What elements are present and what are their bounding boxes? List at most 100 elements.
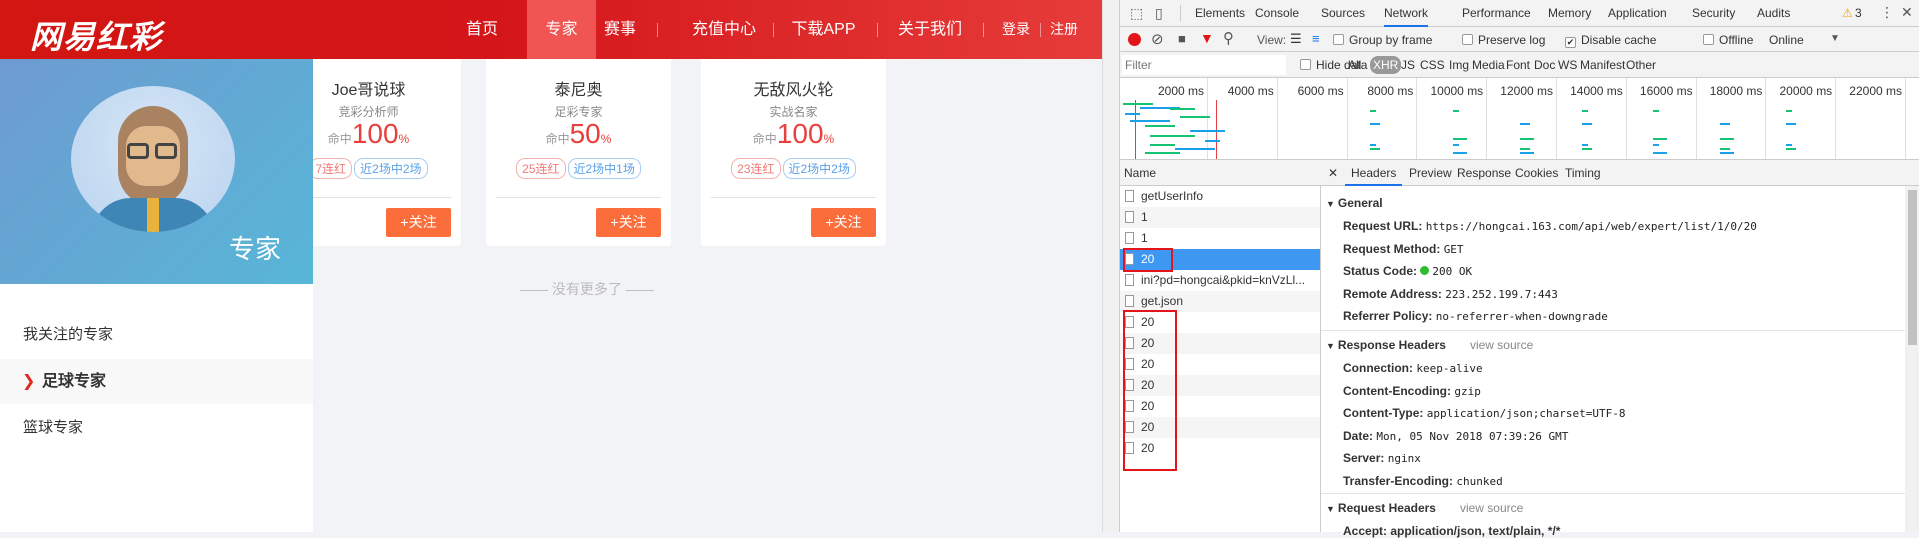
filter-input[interactable] <box>1122 55 1286 75</box>
request-row[interactable]: 1 <box>1120 207 1320 228</box>
dom-content-loaded-line <box>1135 100 1136 159</box>
filter-type-other[interactable]: Other <box>1626 58 1656 72</box>
detail-tab-cookies[interactable]: Cookies <box>1509 160 1564 186</box>
request-row[interactable]: get.json <box>1120 291 1320 312</box>
record-icon[interactable] <box>1128 33 1141 46</box>
detail-tab-preview[interactable]: Preview <box>1403 160 1458 186</box>
throttling-select[interactable]: Online <box>1769 33 1804 47</box>
nav-experts[interactable]: 专家 <box>527 0 596 59</box>
filter-type-all[interactable]: All <box>1348 58 1361 72</box>
login-link[interactable]: 登录 <box>999 0 1033 59</box>
section-header-response-headers[interactable]: ▼ Response Headers view source <box>1326 338 1533 352</box>
timeline-bar <box>1370 123 1380 125</box>
tab-application[interactable]: Application <box>1608 0 1667 27</box>
filter-type-img[interactable]: Img <box>1449 58 1469 72</box>
timeline-bar <box>1453 110 1459 112</box>
detail-tab-headers[interactable]: Headers <box>1345 160 1403 186</box>
nav-download-app[interactable]: 下载APP <box>786 0 861 59</box>
follow-button[interactable]: +关注 <box>811 208 876 237</box>
sidebar-item-football-experts[interactable]: ❯ 足球专家 <box>0 359 313 404</box>
close-icon[interactable]: ✕ <box>1901 4 1913 21</box>
header-key: Server: <box>1343 451 1385 466</box>
offline-checkbox[interactable]: Offline <box>1703 33 1753 47</box>
filter-type-xhr[interactable]: XHR <box>1370 56 1402 74</box>
page-scrollbar[interactable] <box>1102 0 1119 532</box>
tab-performance[interactable]: Performance <box>1462 0 1531 27</box>
request-row[interactable]: ini?pd=hongcai&pkid=knVzLl... <box>1120 270 1320 291</box>
tab-audits[interactable]: Audits <box>1757 0 1790 27</box>
header-value: keep-alive <box>1416 362 1483 375</box>
more-options-icon[interactable]: ⋮ <box>1880 4 1894 21</box>
nav-divider <box>657 23 658 37</box>
tab-security[interactable]: Security <box>1692 0 1735 27</box>
network-overview-timeline[interactable]: 2000 ms 4000 ms 6000 ms 8000 ms 10000 ms 1200… <box>1120 78 1919 160</box>
timeline-tick-label: 16000 ms <box>1639 84 1693 98</box>
filter-icon[interactable]: ▼ <box>1200 30 1214 46</box>
filter-type-media[interactable]: Media <box>1472 58 1505 72</box>
section-header-general[interactable]: ▼ General <box>1326 196 1383 210</box>
tab-elements[interactable]: Elements <box>1195 0 1245 27</box>
highlight-box <box>1123 310 1177 471</box>
filter-type-css[interactable]: CSS <box>1420 58 1445 72</box>
status-ok-icon <box>1420 266 1430 276</box>
nav-about[interactable]: 关于我们 <box>896 0 964 59</box>
nav-divider <box>983 23 984 37</box>
filter-type-manifest[interactable]: Manifest <box>1580 58 1625 72</box>
inspect-element-icon[interactable]: ⬚ <box>1130 5 1143 22</box>
group-by-frame-checkbox[interactable]: Group by frame <box>1333 33 1432 47</box>
streak-badge: 7连红 <box>309 158 353 179</box>
timeline-bar <box>1582 123 1592 125</box>
chevron-down-icon[interactable]: ▼ <box>1830 33 1840 44</box>
waterfall-icon[interactable]: ≡ <box>1312 31 1320 46</box>
tab-sources[interactable]: Sources <box>1321 0 1365 27</box>
tab-memory[interactable]: Memory <box>1548 0 1591 27</box>
tab-network[interactable]: Network <box>1384 0 1429 27</box>
filter-type-font[interactable]: Font <box>1506 58 1530 72</box>
timeline-bar <box>1453 144 1459 146</box>
follow-button[interactable]: +关注 <box>596 208 661 237</box>
sidebar-item-basketball-experts[interactable]: 篮球专家 <box>0 405 313 450</box>
sidebar-item-followed-experts[interactable]: 我关注的专家 <box>0 312 313 357</box>
warning-count[interactable]: 3 <box>1855 6 1862 20</box>
warning-icon[interactable]: ⚠ <box>1842 6 1853 20</box>
section-header-request-headers[interactable]: ▼ Request Headers view source <box>1326 501 1523 515</box>
follow-button[interactable]: +关注 <box>386 208 451 237</box>
search-icon[interactable]: ⚲ <box>1223 29 1234 47</box>
nav-divider <box>1040 23 1041 37</box>
disable-cache-checkbox[interactable]: ✔ Disable cache <box>1565 33 1656 48</box>
device-toolbar-icon[interactable]: ▯ <box>1155 5 1163 22</box>
devtools-panel: ⬚ ▯ Elements Console Sources Network Perform… <box>1119 0 1919 538</box>
expert-name[interactable]: 无敌风火轮 <box>701 76 886 100</box>
preserve-log-checkbox[interactable]: Preserve log <box>1462 33 1545 47</box>
header-line: Content-Type: application/json;charset=U… <box>1343 406 1625 420</box>
name-column-header[interactable]: Name <box>1120 160 1321 186</box>
filter-type-doc[interactable]: Doc <box>1534 58 1555 72</box>
filter-type-ws[interactable]: WS <box>1558 58 1577 72</box>
nav-recharge[interactable]: 充值中心 <box>690 0 758 59</box>
request-row[interactable]: 1 <box>1120 228 1320 249</box>
view-source-link[interactable]: view source <box>1460 501 1523 515</box>
detail-scrollbar[interactable] <box>1905 186 1919 532</box>
header-line: Content-Encoding: gzip <box>1343 384 1481 398</box>
nav-matches[interactable]: 赛事 <box>600 0 640 59</box>
close-icon[interactable]: ✕ <box>1328 166 1338 180</box>
screenshot-icon[interactable]: ■ <box>1178 31 1186 46</box>
tab-console[interactable]: Console <box>1255 0 1299 27</box>
filter-type-js[interactable]: JS <box>1401 58 1415 72</box>
request-name: 1 <box>1141 231 1148 245</box>
register-link[interactable]: 注册 <box>1047 0 1081 59</box>
site-header: 网易红彩 首页 专家 赛事 充值中心 下载APP 关于我们 登录 注册 <box>0 0 1102 59</box>
site-logo[interactable]: 网易红彩 <box>30 12 162 58</box>
expert-name[interactable]: 泰尼奥 <box>486 76 671 100</box>
header-line: Date: Mon, 05 Nov 2018 07:39:26 GMT <box>1343 429 1568 443</box>
detail-tab-timing[interactable]: Timing <box>1559 160 1607 186</box>
view-source-link[interactable]: view source <box>1470 338 1533 352</box>
timeline-bar <box>1370 144 1376 146</box>
network-toolbar: ⊘ ■ ▼ ⚲ View: ☰ ≡ Group by frame Preserv… <box>1120 27 1919 52</box>
clear-icon[interactable]: ⊘ <box>1151 30 1164 48</box>
nav-home[interactable]: 首页 <box>462 0 502 59</box>
large-rows-icon[interactable]: ☰ <box>1290 31 1302 47</box>
timeline-bar <box>1520 152 1534 154</box>
detail-tab-response[interactable]: Response <box>1451 160 1517 186</box>
request-row[interactable]: getUserInfo <box>1120 186 1320 207</box>
